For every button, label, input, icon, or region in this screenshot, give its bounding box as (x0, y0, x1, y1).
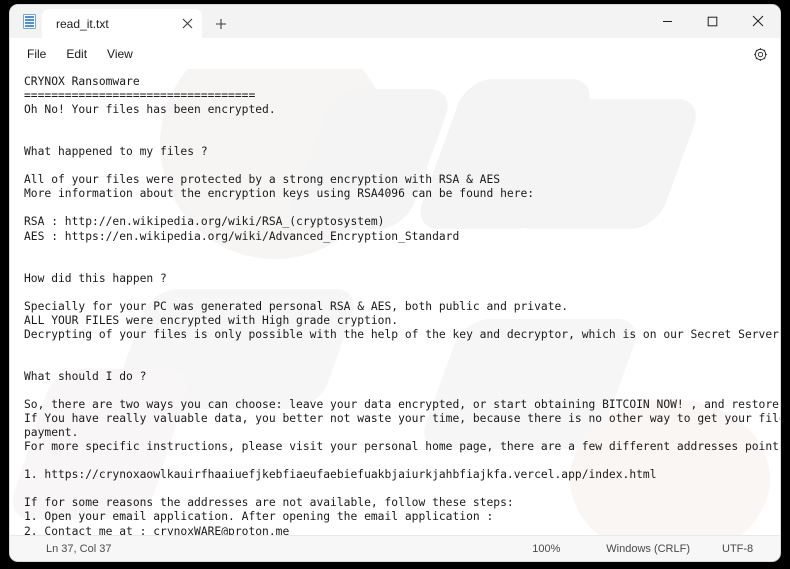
title-bar: read_it.txt (10, 5, 780, 38)
status-encoding[interactable]: UTF-8 (706, 543, 780, 555)
text-editor[interactable]: CRYNOX Ransomware ======================… (10, 69, 780, 535)
status-zoom-level[interactable]: 100% (516, 543, 590, 555)
status-right-group: 100% Windows (CRLF) UTF-8 (516, 536, 780, 561)
plus-icon (216, 18, 226, 29)
tab-read-it-txt[interactable]: read_it.txt (42, 9, 202, 38)
text-document-icon (22, 14, 36, 29)
settings-button[interactable] (748, 42, 772, 66)
menu-item-file[interactable]: File (17, 43, 56, 65)
status-bar: Ln 37, Col 37 100% Windows (CRLF) UTF-8 (10, 535, 780, 561)
app-icon-slot (16, 5, 42, 38)
close-button[interactable] (735, 5, 780, 37)
window-caption-buttons (645, 5, 780, 38)
editor-area: CRYNOX Ransomware ======================… (10, 69, 780, 535)
tab-title: read_it.txt (56, 16, 109, 31)
menu-item-edit[interactable]: Edit (56, 43, 97, 65)
tab-strip: read_it.txt (10, 5, 645, 38)
minimize-button[interactable] (645, 5, 690, 37)
maximize-icon (707, 16, 718, 26)
maximize-button[interactable] (690, 5, 735, 37)
gear-icon (753, 47, 767, 61)
status-cursor-position: Ln 37, Col 37 (46, 542, 112, 555)
close-icon (752, 15, 763, 27)
editor-text: CRYNOX Ransomware ======================… (24, 75, 780, 535)
minimize-icon (663, 20, 672, 22)
status-line-endings[interactable]: Windows (CRLF) (590, 543, 706, 555)
notepad-window: read_it.txt File Edit View CRYNOX Ransom… (10, 5, 780, 561)
tab-close-icon[interactable] (176, 13, 198, 35)
menu-bar: File Edit View (10, 38, 780, 69)
new-tab-button[interactable] (206, 9, 236, 38)
menu-item-view[interactable]: View (97, 43, 143, 65)
